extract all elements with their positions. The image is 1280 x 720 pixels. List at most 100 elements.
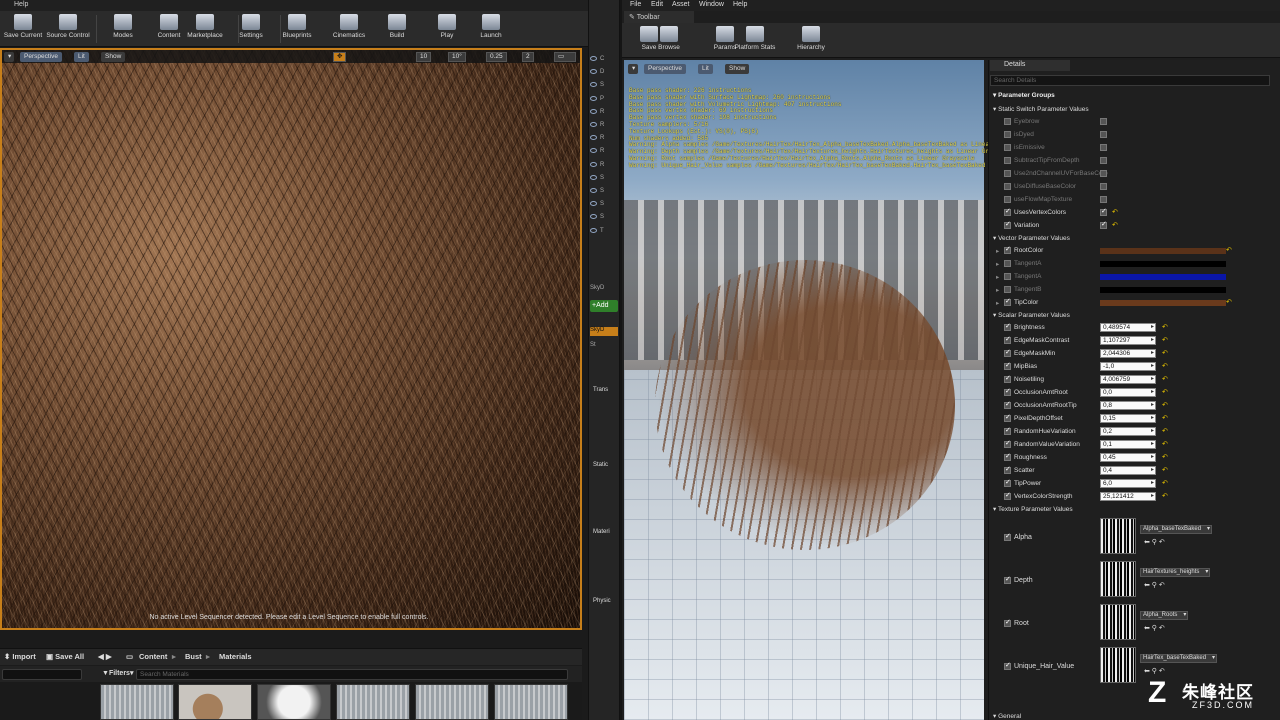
visibility-eye-icon[interactable]	[590, 188, 597, 193]
show-button[interactable]: Show	[725, 64, 750, 74]
reset-arrow-icon[interactable]: ↶	[1162, 427, 1168, 435]
details-section-header[interactable]: Physic	[593, 598, 621, 607]
color-swatch[interactable]	[1100, 248, 1226, 254]
toolbar-tab[interactable]: ✎ Toolbar	[624, 11, 694, 23]
scalar-header[interactable]: ▾ Scalar Parameter Values	[993, 311, 1253, 322]
reset-arrow-icon[interactable]: ↶	[1162, 388, 1168, 396]
visibility-eye-icon[interactable]	[590, 95, 597, 101]
override-checkbox[interactable]	[1004, 439, 1011, 448]
outliner-row[interactable]: SkyD	[590, 285, 618, 294]
outliner-row[interactable]: P	[590, 95, 618, 105]
visibility-eye-icon[interactable]	[590, 148, 597, 154]
toolbar-play-button[interactable]: Play	[424, 13, 470, 45]
override-checkbox[interactable]	[1004, 532, 1011, 541]
override-checkbox[interactable]	[1004, 361, 1011, 370]
scalar-value-input[interactable]: 0,2	[1100, 427, 1156, 436]
expand-arrow-icon[interactable]: ▸	[996, 260, 999, 268]
texture-browse-icons[interactable]: ⬅ ⚲ ↶	[1144, 667, 1165, 675]
static-switch-header[interactable]: ▾ Static Switch Parameter Values	[993, 105, 1253, 116]
texture-thumbnail[interactable]	[1100, 518, 1136, 554]
menu-help[interactable]: Help	[14, 1, 28, 8]
reset-arrow-icon[interactable]: ↶	[1162, 414, 1168, 422]
outliner-row[interactable]: S	[590, 214, 618, 223]
rotation-snap-value[interactable]: 10°	[448, 52, 466, 62]
color-swatch[interactable]	[1100, 287, 1226, 293]
toolbar-launch-button[interactable]: Launch	[468, 13, 514, 45]
visibility-eye-icon[interactable]	[590, 214, 597, 220]
override-checkbox[interactable]	[1004, 413, 1011, 422]
override-checkbox[interactable]	[1004, 348, 1011, 357]
outliner-row[interactable]: C	[590, 56, 618, 65]
override-checkbox[interactable]	[1004, 661, 1011, 670]
texture-thumbnail[interactable]	[1100, 647, 1136, 683]
details-section-header[interactable]: Materi	[593, 529, 621, 538]
scalar-value-input[interactable]: -1,0	[1100, 362, 1156, 371]
scalar-value-input[interactable]: 0,1	[1100, 440, 1156, 449]
override-checkbox[interactable]	[1004, 131, 1011, 138]
outliner-row[interactable]: S	[590, 201, 618, 210]
breadcrumb-content[interactable]: Content	[139, 652, 167, 661]
override-checkbox[interactable]	[1004, 335, 1011, 344]
outliner-row[interactable]: R	[590, 122, 618, 131]
outliner-row[interactable]: R	[590, 108, 618, 118]
visibility-eye-icon[interactable]	[590, 122, 597, 127]
override-checkbox[interactable]	[1004, 400, 1011, 409]
outliner-row[interactable]: S	[590, 174, 618, 184]
general-header[interactable]: ▾ General	[993, 712, 1253, 720]
outliner-row[interactable]: S	[590, 82, 618, 91]
switch-value-checkbox[interactable]	[1100, 220, 1107, 229]
expand-arrow-icon[interactable]: ▸	[996, 273, 999, 281]
material-thumbnail[interactable]	[257, 684, 331, 720]
visibility-eye-icon[interactable]	[590, 82, 597, 88]
override-checkbox[interactable]	[1004, 245, 1011, 254]
reset-arrow-icon[interactable]: ↶	[1112, 208, 1118, 216]
reset-arrow-icon[interactable]: ↶	[1162, 401, 1168, 409]
scalar-value-input[interactable]: 4,006759	[1100, 375, 1156, 384]
switch-value-checkbox[interactable]	[1100, 196, 1107, 203]
switch-value-checkbox[interactable]	[1100, 157, 1107, 164]
texture-asset-dropdown[interactable]: HairTextures_heights	[1140, 568, 1211, 577]
scalar-value-input[interactable]: 0,489574	[1100, 323, 1156, 332]
reset-arrow-icon[interactable]: ↶	[1162, 375, 1168, 383]
expand-arrow-icon[interactable]: ▸	[996, 299, 999, 307]
scalar-value-input[interactable]: 0,45	[1100, 453, 1156, 462]
toolbar-marketplace-button[interactable]: Marketplace	[182, 13, 228, 45]
visibility-eye-icon[interactable]	[590, 201, 597, 207]
toolbar-source-control-button[interactable]: Source Control	[45, 13, 91, 45]
scale-snap-value[interactable]: 0.25	[486, 52, 507, 62]
override-checkbox[interactable]	[1004, 426, 1011, 435]
switch-value-checkbox[interactable]	[1100, 183, 1107, 190]
override-checkbox[interactable]	[1004, 170, 1011, 177]
reset-arrow-icon[interactable]: ↶	[1162, 349, 1168, 357]
outliner-row[interactable]: R	[590, 161, 618, 171]
details-search-input[interactable]: Search Details	[990, 75, 1270, 86]
scalar-value-input[interactable]: 0,8	[1100, 401, 1156, 410]
visibility-eye-icon[interactable]	[590, 227, 597, 233]
show-button[interactable]: Show	[101, 52, 126, 62]
color-swatch[interactable]	[1100, 300, 1226, 306]
scalar-value-input[interactable]: 25,121412	[1100, 492, 1156, 501]
details-section-header[interactable]: Trans	[593, 387, 621, 396]
visibility-eye-icon[interactable]	[590, 135, 597, 141]
breadcrumb-bust[interactable]: Bust	[185, 652, 202, 661]
expand-arrow-icon[interactable]: ▸	[996, 247, 999, 255]
override-checkbox[interactable]	[1004, 374, 1011, 383]
override-checkbox[interactable]	[1004, 478, 1011, 487]
material-thumbnail[interactable]	[100, 684, 174, 720]
override-checkbox[interactable]	[1004, 144, 1011, 151]
scalar-value-input[interactable]: 2,044306	[1100, 349, 1156, 358]
viewport-options-icon[interactable]: ▾	[628, 64, 638, 74]
import-button[interactable]: ⬍ Import	[4, 652, 36, 661]
menu-help[interactable]: Help	[733, 1, 747, 8]
override-checkbox[interactable]	[1004, 207, 1011, 216]
expand-arrow-icon[interactable]: ▸	[996, 286, 999, 294]
override-checkbox[interactable]	[1004, 297, 1011, 306]
outliner-row[interactable]: St	[590, 342, 618, 351]
switch-value-checkbox[interactable]	[1100, 144, 1107, 151]
texture-thumbnail[interactable]	[1100, 604, 1136, 640]
visibility-eye-icon[interactable]	[590, 108, 597, 114]
override-checkbox[interactable]	[1004, 322, 1011, 331]
reset-arrow-icon[interactable]: ↶	[1162, 323, 1168, 331]
texture-asset-dropdown[interactable]: Alpha_baseTexBaked	[1140, 525, 1213, 534]
material-thumbnail[interactable]	[336, 684, 410, 720]
